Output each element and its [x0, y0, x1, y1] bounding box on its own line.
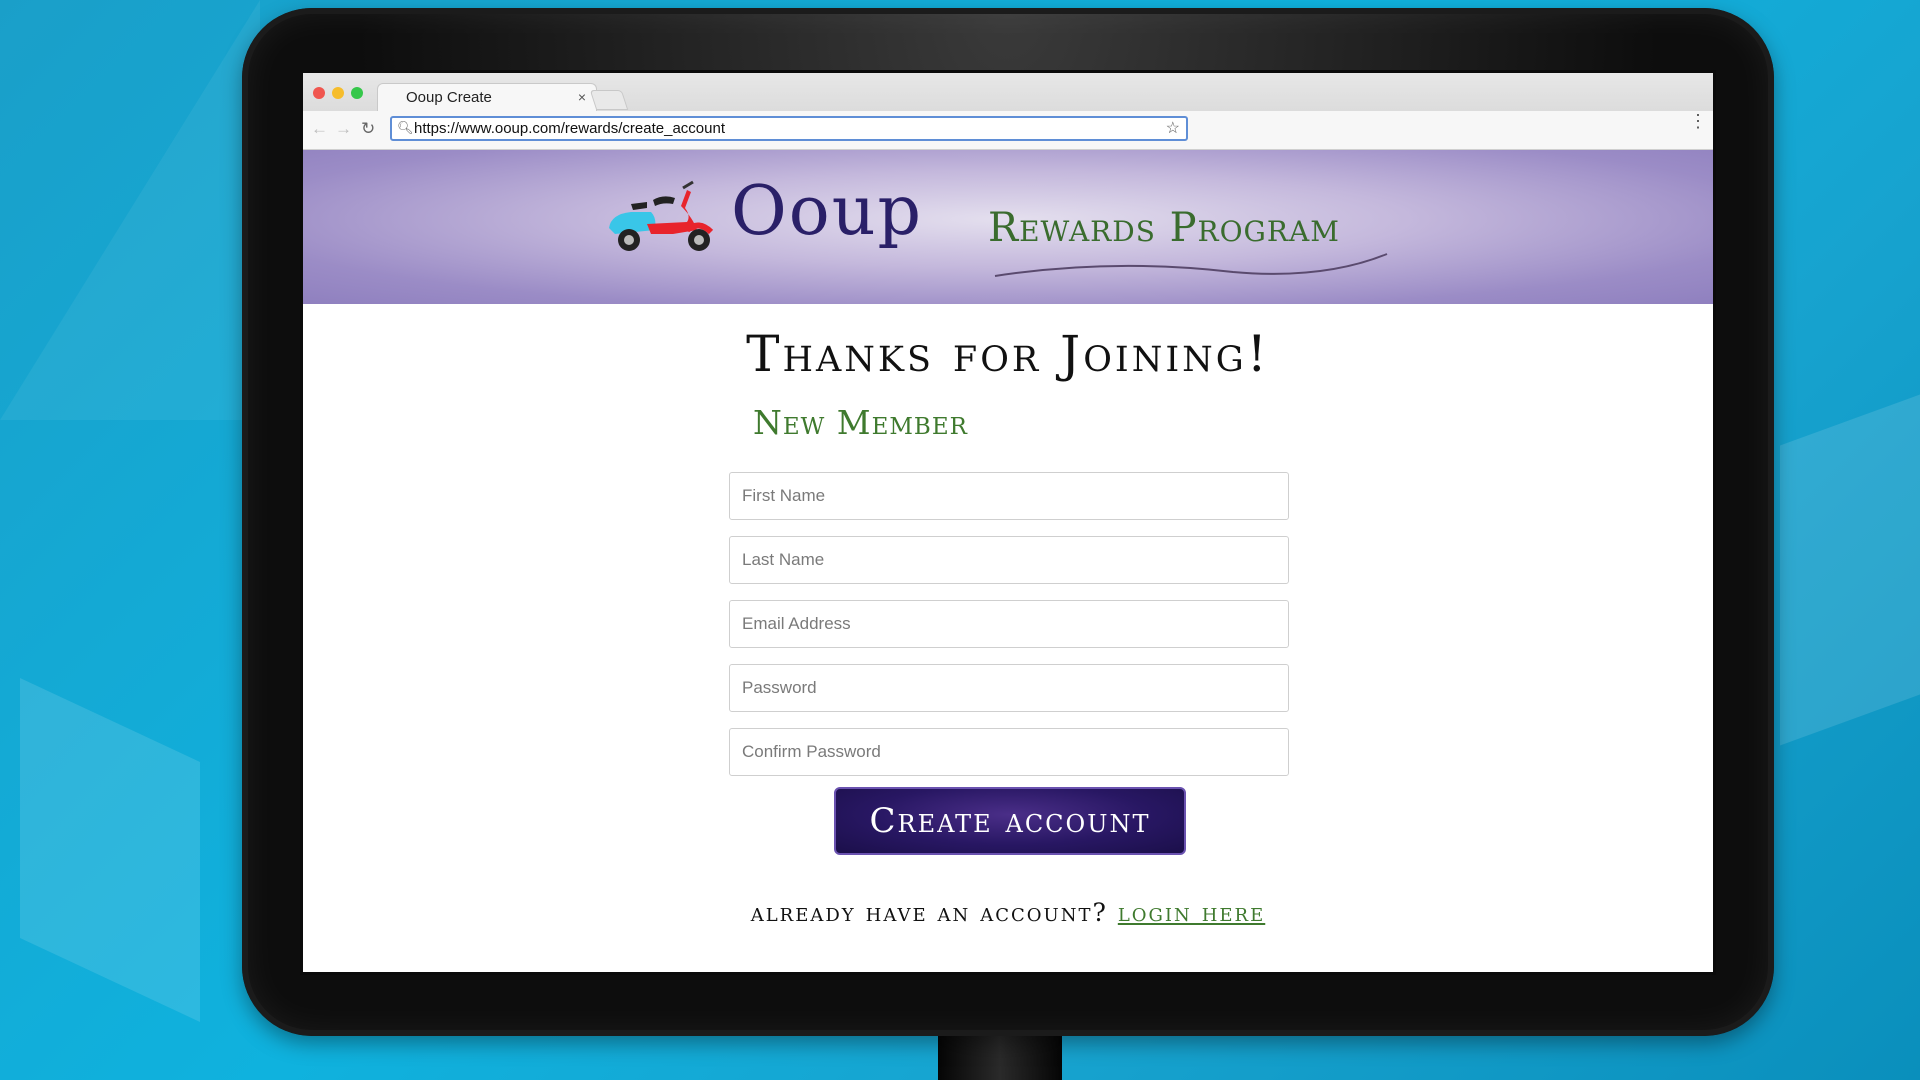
tab-strip: Ooup Create ×	[303, 73, 1713, 114]
login-link[interactable]: login here	[1118, 898, 1265, 927]
close-window-button[interactable]	[313, 87, 325, 99]
tab-close-icon[interactable]: ×	[578, 89, 586, 105]
section-subtitle: New Member	[753, 403, 968, 442]
back-arrow-icon[interactable]: ←	[311, 119, 328, 139]
first-name-input[interactable]	[729, 472, 1289, 520]
background-facet	[1780, 394, 1920, 746]
star-icon[interactable]: ☆	[1166, 118, 1180, 138]
login-prompt: already have an account? login here	[303, 898, 1713, 927]
login-prompt-text: already have an account?	[750, 898, 1108, 927]
rewards-program-label: Rewards Program	[988, 205, 1340, 251]
new-tab-button[interactable]	[589, 90, 629, 110]
email-input[interactable]	[729, 600, 1289, 648]
brand-logo-text: Ooup	[731, 172, 924, 251]
address-url[interactable]: https://www.ooup.com/rewards/create_acco…	[414, 120, 725, 137]
browser-window: Ooup Create × ← → ↻ 🔍︎ https://www.ooup.…	[303, 73, 1713, 972]
confirm-password-input[interactable]	[729, 728, 1289, 776]
maximize-window-button[interactable]	[351, 87, 363, 99]
reload-icon[interactable]: ↻	[361, 119, 375, 139]
swoosh-decoration	[994, 253, 1388, 277]
address-bar[interactable]: 🔍︎ https://www.ooup.com/rewards/create_a…	[390, 116, 1188, 141]
monitor-stand	[938, 1030, 1062, 1080]
menu-dots-icon[interactable]: ⋮	[1689, 112, 1707, 130]
scooter-logo-icon	[609, 180, 714, 251]
background-facet	[20, 678, 200, 1022]
minimize-window-button[interactable]	[332, 87, 344, 99]
forward-arrow-icon[interactable]: →	[335, 119, 352, 139]
browser-tab[interactable]: Ooup Create ×	[377, 83, 597, 114]
search-icon: 🔍︎	[397, 120, 414, 135]
browser-toolbar: ← → ↻ 🔍︎ https://www.ooup.com/rewards/cr…	[303, 111, 1713, 150]
tab-title: Ooup Create	[406, 89, 492, 106]
header-banner: Ooup Rewards Program	[303, 150, 1713, 304]
page-title: Thanks for Joining!	[746, 325, 1270, 383]
password-input[interactable]	[729, 664, 1289, 712]
last-name-input[interactable]	[729, 536, 1289, 584]
create-account-button[interactable]: Create account	[834, 787, 1186, 855]
background-facet	[0, 0, 260, 420]
